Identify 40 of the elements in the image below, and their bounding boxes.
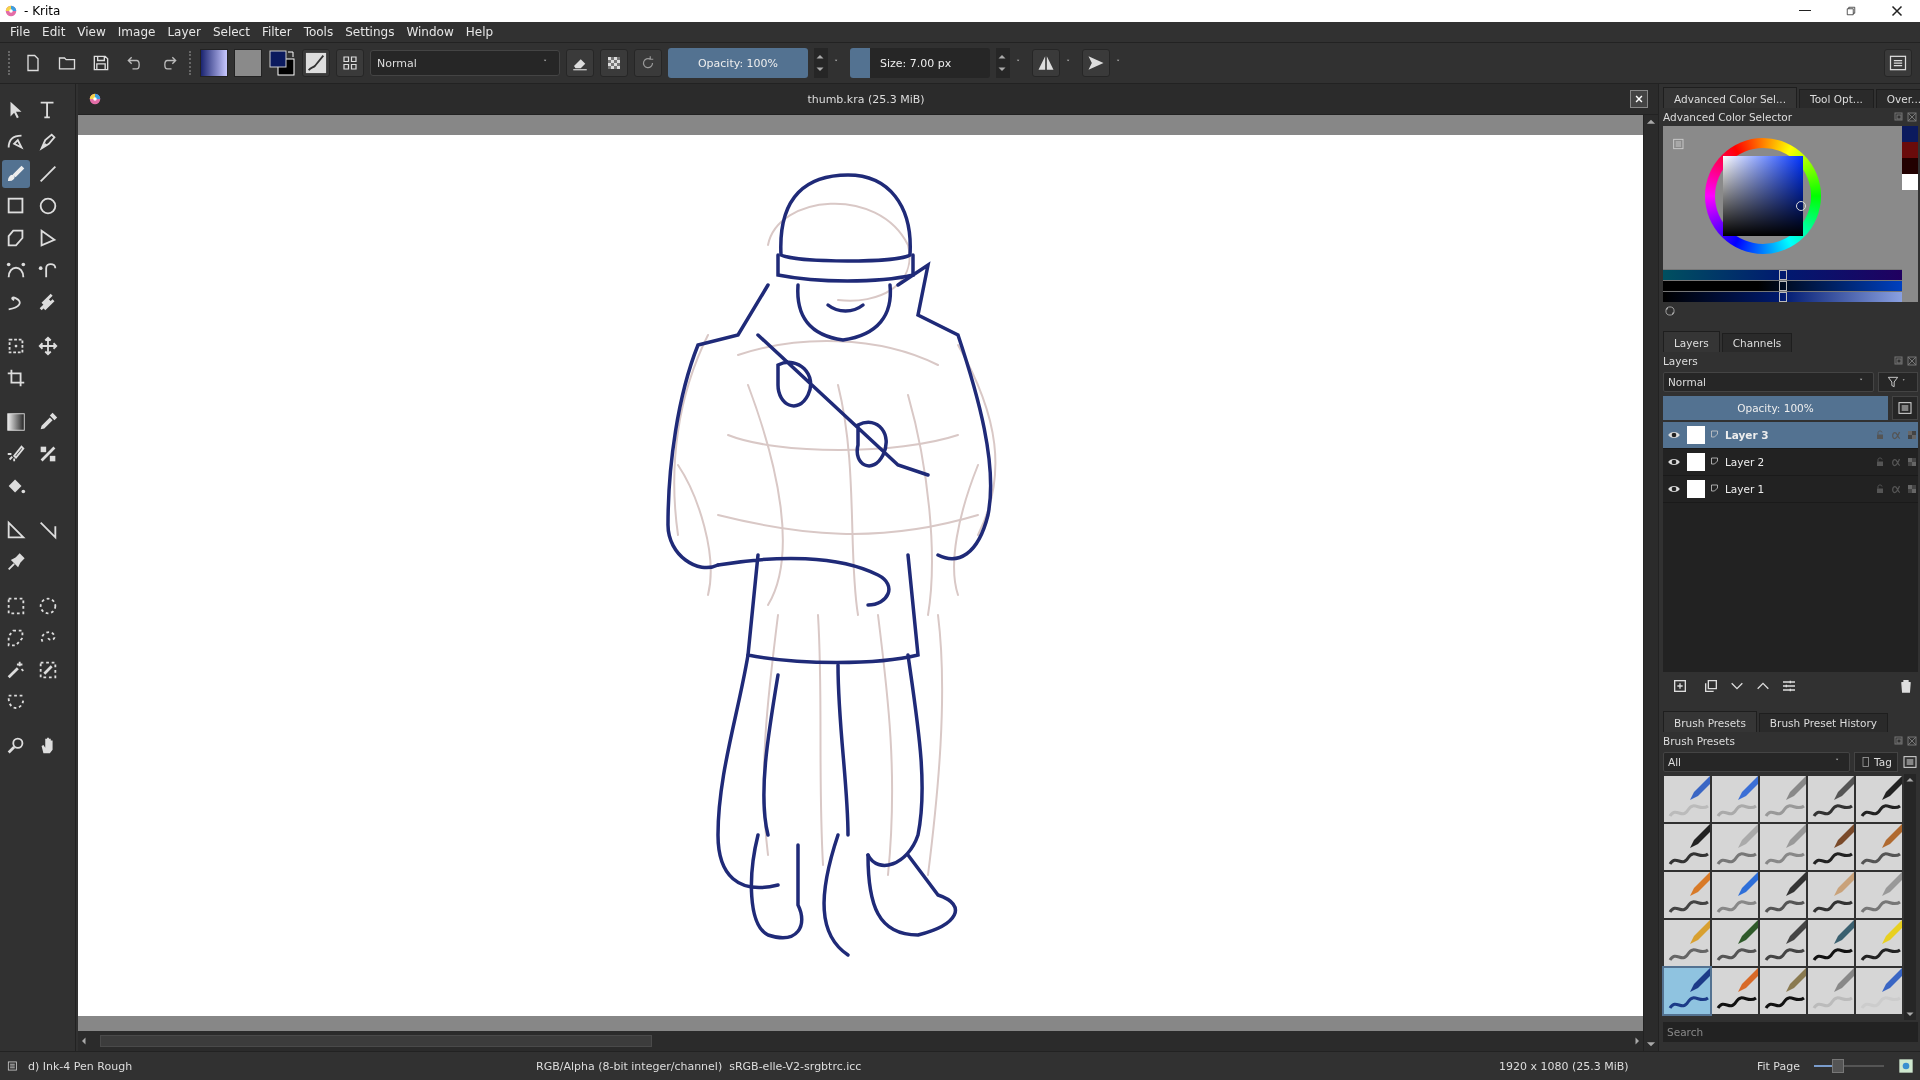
layer-name: Layer 1 xyxy=(1725,483,1766,495)
image-size: 1920 x 1080 (25.3 MiB) xyxy=(1498,1059,1630,1073)
menu-item[interactable]: Edit xyxy=(36,25,72,39)
layer-name: Layer 3 xyxy=(1725,429,1770,441)
zoom-label[interactable]: Fit Page xyxy=(1756,1059,1800,1073)
blend-mode-dropdown[interactable]: Normal xyxy=(1663,372,1874,392)
menu-item[interactable]: Image xyxy=(111,25,162,39)
docker-title: Brush Presets xyxy=(1663,735,1735,747)
menu-item[interactable]: View xyxy=(71,25,112,39)
menu-item[interactable]: Select xyxy=(206,25,256,39)
docker-tab[interactable]: Brush Presets xyxy=(1663,711,1757,732)
docker-tab[interactable]: Over... xyxy=(1875,89,1920,108)
menu-item[interactable]: File xyxy=(4,25,37,39)
layer-row[interactable]: Layer 3 xyxy=(1663,422,1918,449)
brush-name: d) Ink-4 Pen Rough xyxy=(28,1059,134,1073)
docker-tab[interactable]: Tool Opt... xyxy=(1799,89,1874,108)
opacity-slider[interactable]: Opacity: 100% xyxy=(668,48,808,78)
tag-filter-dropdown[interactable]: All xyxy=(1663,752,1850,772)
layer-name: Layer 2 xyxy=(1725,456,1766,468)
menu-item[interactable]: Filter xyxy=(255,25,298,39)
menu-item[interactable]: Window xyxy=(400,25,460,39)
search-field[interactable]: Search xyxy=(1663,1022,1918,1042)
menu-item[interactable]: Help xyxy=(459,25,500,39)
blend-mode-dropdown[interactable]: Normal xyxy=(370,50,560,76)
docker-tab[interactable]: Channels xyxy=(1721,333,1793,352)
color-space: RGB/Alpha (8-bit integer/channel) sRGB-elle-V2-srgbtrc.icc xyxy=(536,1059,863,1073)
opacity-slider[interactable]: Opacity: 100% xyxy=(1663,396,1888,420)
tag-button[interactable]: Tag xyxy=(1854,752,1898,772)
docker-tab[interactable]: Layers xyxy=(1663,331,1720,352)
menu-item[interactable]: Layer xyxy=(161,25,207,39)
docker-title: Layers xyxy=(1663,355,1698,367)
layer-row[interactable]: Layer 1 xyxy=(1663,476,1918,503)
menu-item[interactable]: Settings xyxy=(339,25,401,39)
window-title: - Krita xyxy=(24,4,61,18)
docker-tab[interactable]: Advanced Color Sel... xyxy=(1663,87,1797,108)
layer-row[interactable]: Layer 2 xyxy=(1663,449,1918,476)
menu-item[interactable]: Tools xyxy=(297,25,340,39)
docker-title: Advanced Color Selector xyxy=(1663,111,1793,123)
size-slider[interactable]: Size: 7.00 px xyxy=(850,48,990,78)
docker-tab[interactable]: Brush Preset History xyxy=(1758,713,1888,732)
